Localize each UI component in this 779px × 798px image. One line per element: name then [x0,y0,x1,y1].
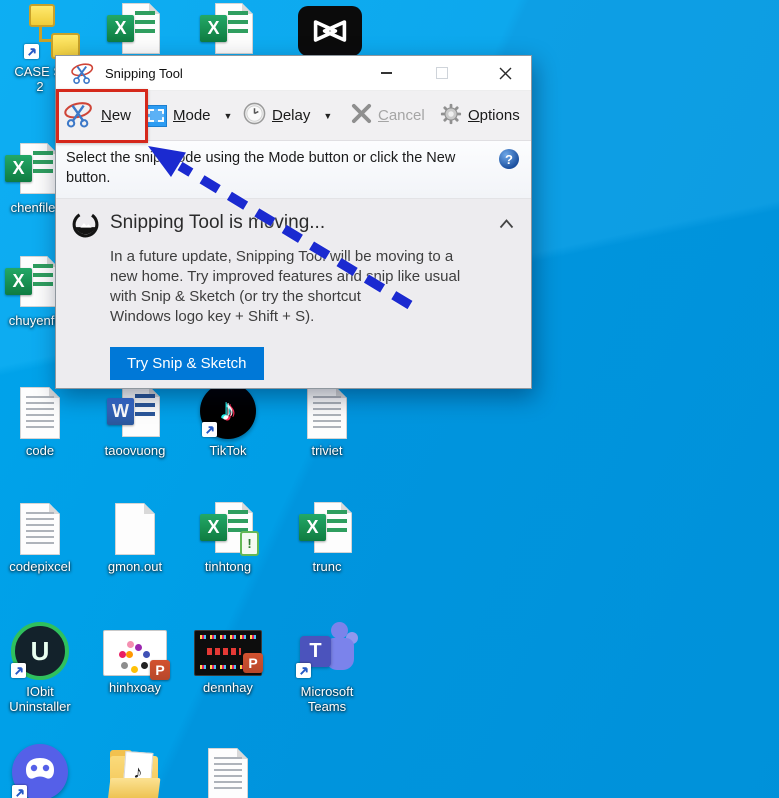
text-document-icon [208,744,248,798]
icon-label: IObit Uninstaller [9,684,70,714]
capcut-icon [298,6,362,56]
icon-label: Microsoft Teams [301,684,354,714]
desktop-icon-codepixcel[interactable]: codepixcel [2,499,78,574]
shortcut-arrow-icon [202,422,217,437]
moving-heading: Snipping Tool is moving... [110,212,325,234]
icon-label: dennhay [203,680,253,695]
delay-button[interactable]: Delay [243,96,332,135]
icon-label: code [26,443,54,458]
desktop-icon-iobit[interactable]: IObit Uninstaller [2,620,78,714]
info-bar: Select the snip mode using the Mode butt… [56,141,531,199]
tiktok-icon [200,383,256,439]
powerpoint-file-icon [103,620,167,676]
mode-button-label: Mode [173,107,211,124]
music-folder-icon [106,746,164,798]
powerpoint-badge-icon [243,653,263,673]
desktop-icon-teams[interactable]: Microsoft Teams [289,620,365,714]
desktop: CASE St 2 chenfile chuyenfi [0,0,779,798]
excel-alert-file-icon [200,499,256,555]
new-snip-scissors-icon [63,100,95,132]
shortcut-arrow-icon [296,663,311,678]
clock-icon [243,102,266,129]
close-button[interactable] [482,56,528,90]
cancel-button-label: Cancel [378,107,425,124]
icon-label: TikTok [209,443,246,458]
try-snip-sketch-button[interactable]: Try Snip & Sketch [110,347,264,380]
delay-button-label: Delay [272,107,310,124]
options-button-label: Options [468,107,520,124]
desktop-icon-triviet[interactable]: triviet [289,383,365,458]
desktop-icon-dennhay[interactable]: dennhay [190,620,266,695]
options-button[interactable]: Options [440,96,520,135]
icon-label: tinhtong [205,559,251,574]
powerpoint-badge-icon [150,660,170,680]
desktop-icon-trunc[interactable]: trunc [289,499,365,574]
toolbar: New Mode Delay [56,90,531,141]
excel-file-icon [200,0,256,56]
desktop-icon-tinhtong[interactable]: tinhtong [190,499,266,574]
microsoft-teams-icon [296,620,358,680]
delay-dropdown-caret-icon [323,111,332,121]
excel-file-icon [299,499,355,555]
flowchart-shortcut-icon [23,4,79,60]
shortcut-arrow-icon [11,663,26,678]
icon-label: triviet [311,443,342,458]
desktop-icon-bottom-doc[interactable] [190,744,266,798]
snipping-tool-window: Snipping Tool New [55,55,532,389]
discord-icon [12,744,68,798]
snip-and-sketch-icon [71,210,100,244]
excel-file-icon [5,140,61,196]
moving-notice-panel: Snipping Tool is moving... In a future u… [56,199,531,388]
title-bar[interactable]: Snipping Tool [56,56,531,90]
icon-label: chuyenfi [9,313,57,328]
desktop-icon-excel-a[interactable] [97,0,173,56]
icon-label: hinhxoay [109,680,161,695]
icon-label: gmon.out [108,559,162,574]
text-document-icon [20,499,60,555]
window-title: Snipping Tool [105,66,183,81]
mode-selection-icon [145,105,167,127]
help-icon[interactable] [499,149,519,169]
mode-dropdown-caret-icon [224,111,233,121]
powerpoint-file-icon [194,620,262,676]
maximize-button[interactable] [419,56,465,90]
desktop-icon-gmon-out[interactable]: gmon.out [97,499,173,574]
new-button[interactable]: New [63,96,131,135]
moving-body-text: In a future update, Snipping Tool will b… [110,247,460,327]
icon-label: codepixcel [9,559,70,574]
text-document-icon [20,383,60,439]
exclamation-badge-icon [240,531,259,556]
text-document-icon [307,383,347,439]
snipping-tool-app-icon [69,61,97,85]
new-button-label: New [101,107,131,124]
shortcut-arrow-icon [12,785,27,798]
desktop-icon-capcut[interactable] [292,6,368,56]
blank-document-icon [115,499,155,555]
shortcut-arrow-icon [24,44,39,59]
word-file-icon [107,383,163,439]
cancel-button[interactable]: Cancel [351,96,425,135]
gear-icon [440,103,462,129]
icon-label: trunc [313,559,342,574]
icon-label: chenfile [11,200,56,215]
minimize-button[interactable] [363,56,409,90]
desktop-icon-music-folder[interactable] [97,746,173,798]
desktop-icon-taoovuong[interactable]: taoovuong [97,383,173,458]
cancel-x-icon [351,103,372,128]
collapse-chevron-icon[interactable] [497,214,516,236]
excel-file-icon [107,0,163,56]
iobit-uninstaller-icon [11,620,69,680]
excel-file-icon [5,253,61,309]
info-text: Select the snip mode using the Mode butt… [66,148,455,188]
icon-label: taoovuong [105,443,166,458]
desktop-icon-hinhxoay[interactable]: hinhxoay [97,620,173,695]
desktop-icon-code[interactable]: code [2,383,78,458]
desktop-icon-excel-b[interactable] [190,0,266,56]
desktop-icon-tiktok[interactable]: TikTok [190,383,266,458]
mode-button[interactable]: Mode [145,96,232,135]
desktop-icon-discord[interactable] [2,744,78,798]
